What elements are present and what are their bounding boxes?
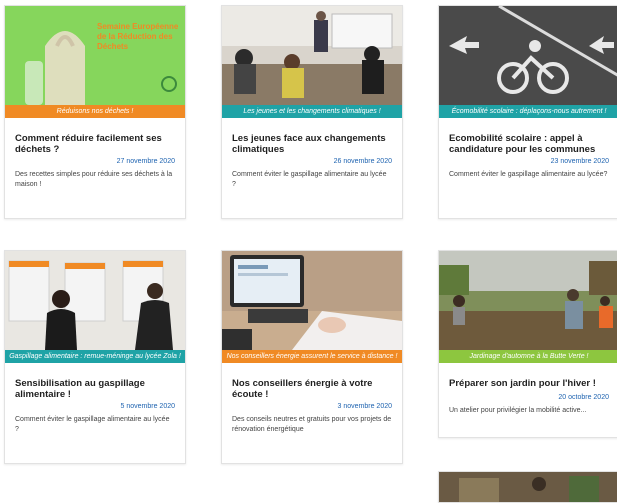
category-banner: Les jeunes et les changements climatique… xyxy=(222,105,402,118)
article-thumbnail[interactable] xyxy=(439,472,617,502)
article-title[interactable]: Les jeunes face aux changements climatiq… xyxy=(232,134,392,155)
article-date: 23 novembre 2020 xyxy=(550,158,609,165)
article-card-waste[interactable]: Semaine Européenne de la Réduction des D… xyxy=(4,5,186,219)
article-card-partial[interactable] xyxy=(438,471,617,503)
article-excerpt: Comment éviter le gaspillage alimentaire… xyxy=(15,416,170,433)
category-banner: Écomobilité scolaire : déplaçons-nous au… xyxy=(439,105,617,118)
article-excerpt: Des conseils neutres et gratuits pour vo… xyxy=(232,416,392,433)
article-card-garden[interactable]: Jardinage d'automne à la Butte Verte ! P… xyxy=(438,250,617,438)
article-title[interactable]: Ecomobilité scolaire : appel à candidatu… xyxy=(449,134,609,155)
article-thumbnail[interactable] xyxy=(222,251,402,350)
article-card-energy[interactable]: Nos conseillers énergie assurent le serv… xyxy=(221,250,403,464)
article-excerpt: Comment éviter le gaspillage alimentaire… xyxy=(449,171,608,178)
article-date: 5 novembre 2020 xyxy=(120,403,175,410)
category-banner: Réduisons nos déchets ! xyxy=(5,105,185,118)
article-card-food-waste[interactable]: Gaspillage alimentaire : remue-méninge a… xyxy=(4,250,186,464)
article-date: 27 novembre 2020 xyxy=(116,158,175,165)
article-title[interactable]: Sensibilisation au gaspillage alimentair… xyxy=(15,379,175,400)
article-thumbnail[interactable] xyxy=(222,6,402,105)
article-title[interactable]: Préparer son jardin pour l'hiver ! xyxy=(449,379,609,391)
article-title[interactable]: Comment réduire facilement ses déchets ? xyxy=(15,134,175,155)
article-excerpt: Comment éviter le gaspillage alimentaire… xyxy=(232,171,387,188)
article-thumbnail[interactable]: Semaine Européenne de la Réduction des D… xyxy=(5,6,185,105)
category-banner: Nos conseillers énergie assurent le serv… xyxy=(222,350,402,363)
article-thumbnail[interactable] xyxy=(5,251,185,350)
article-title[interactable]: Nos conseillers énergie à votre écoute ! xyxy=(232,379,392,400)
article-thumbnail[interactable] xyxy=(439,6,617,105)
category-banner: Gaspillage alimentaire : remue-méninge a… xyxy=(5,350,185,363)
article-card-climate[interactable]: Les jeunes et les changements climatique… xyxy=(221,5,403,219)
image-caption-text: Semaine Européenne de la Réduction des D… xyxy=(97,22,179,51)
article-date: 26 novembre 2020 xyxy=(333,158,392,165)
article-excerpt: Un atelier pour privilégier la mobilité … xyxy=(449,407,587,414)
article-thumbnail[interactable] xyxy=(439,251,617,350)
article-card-ecomobility[interactable]: Écomobilité scolaire : déplaçons-nous au… xyxy=(438,5,617,219)
article-excerpt: Des recettes simples pour réduire ses dé… xyxy=(15,171,173,188)
category-banner: Jardinage d'automne à la Butte Verte ! xyxy=(439,350,617,363)
article-date: 20 octobre 2020 xyxy=(558,394,609,401)
article-date: 3 novembre 2020 xyxy=(337,403,392,410)
